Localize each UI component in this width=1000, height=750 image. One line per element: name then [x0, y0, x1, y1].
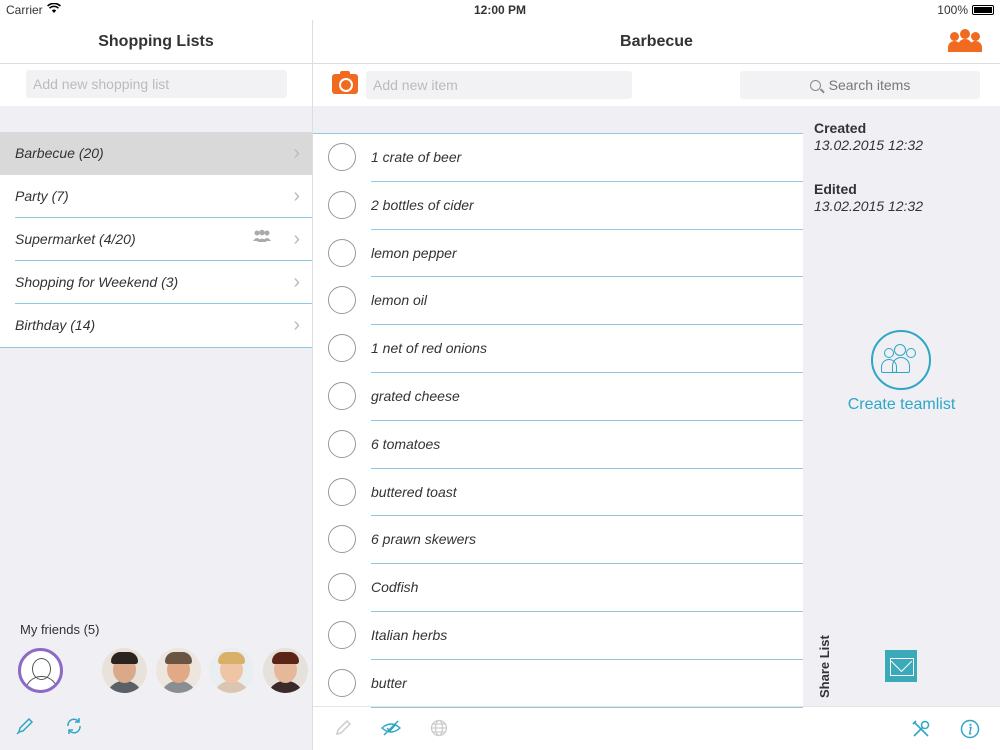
item-label[interactable]: 1 crate of beer — [371, 134, 803, 182]
list-item: 6 tomatoes — [313, 421, 803, 469]
team-members-icon[interactable] — [948, 28, 982, 52]
checkbox-circle[interactable] — [328, 573, 356, 602]
list-item-shopping-weekend[interactable]: Shopping for Weekend (3) › — [15, 261, 312, 304]
edit-pencil-icon[interactable] — [334, 719, 352, 742]
list-item-label: Barbecue (20) — [15, 145, 104, 161]
checkbox-circle[interactable] — [328, 190, 356, 219]
hide-checked-icon[interactable] — [380, 719, 402, 742]
main-toolbar — [313, 706, 1000, 750]
checkbox-circle[interactable] — [328, 668, 356, 697]
edited-label: Edited — [814, 181, 857, 197]
item-label[interactable]: butter — [371, 660, 803, 708]
checkbox-circle[interactable] — [328, 238, 356, 267]
search-placeholder: Search items — [828, 77, 911, 93]
battery-percent: 100% — [937, 3, 968, 17]
item-label[interactable]: Codfish — [371, 564, 803, 612]
chevron-right-icon: › — [293, 314, 300, 336]
list-item: 2 bottles of cider — [313, 182, 803, 230]
item-label[interactable]: 1 net of red onions — [371, 325, 803, 373]
checkbox-circle[interactable] — [328, 143, 356, 171]
checkbox-circle[interactable] — [328, 620, 356, 649]
item-label[interactable]: 6 tomatoes — [371, 421, 803, 469]
chevron-right-icon: › — [293, 185, 300, 207]
my-avatar-icon[interactable] — [18, 648, 63, 693]
checkbox-circle[interactable] — [328, 334, 356, 363]
checkbox-circle[interactable] — [328, 381, 356, 410]
mail-share-icon[interactable] — [885, 650, 917, 682]
item-label[interactable]: grated cheese — [371, 373, 803, 421]
list-item: buttered toast — [313, 469, 803, 517]
friend-avatar[interactable] — [102, 648, 147, 693]
friends-title: My friends (5) — [20, 622, 100, 637]
chevron-right-icon: › — [293, 271, 300, 293]
edit-pencil-icon[interactable] — [16, 717, 34, 740]
clock: 12:00 PM — [473, 3, 527, 17]
item-label[interactable]: Italian herbs — [371, 612, 803, 660]
list-item: 1 crate of beer — [313, 134, 803, 182]
created-value: 13.02.2015 12:32 — [814, 137, 923, 153]
list-item-label: Supermarket (4/20) — [15, 231, 136, 247]
battery-icon — [972, 5, 994, 15]
item-label[interactable]: 2 bottles of cider — [371, 182, 803, 230]
sidebar-title: Shopping Lists — [0, 20, 312, 64]
chevron-right-icon: › — [293, 142, 300, 164]
sidebar-toolbar — [0, 706, 312, 750]
checkbox-circle[interactable] — [328, 525, 356, 554]
shopping-lists: Barbecue (20) › Party (7) › Supermarket … — [0, 132, 312, 348]
list-item: butter — [313, 660, 803, 708]
shared-team-icon — [252, 218, 272, 261]
list-item: grated cheese — [313, 373, 803, 421]
edited-value: 13.02.2015 12:32 — [814, 198, 923, 214]
list-item-label: Shopping for Weekend (3) — [15, 274, 179, 290]
item-label[interactable]: lemon pepper — [371, 230, 803, 278]
item-label[interactable]: 6 prawn skewers — [371, 516, 803, 565]
friends-avatars — [18, 648, 308, 694]
status-bar: Carrier 12:00 PM 100% — [0, 0, 1000, 20]
tools-icon[interactable] — [911, 719, 931, 744]
list-item-label: Birthday (14) — [15, 317, 96, 333]
friend-avatar[interactable] — [209, 648, 254, 693]
camera-icon[interactable] — [332, 71, 358, 94]
list-item: lemon oil — [313, 277, 803, 326]
list-item-barbecue[interactable]: Barbecue (20) › — [0, 132, 312, 175]
add-list-bar: Add new shopping list — [0, 64, 312, 106]
chevron-right-icon: › — [293, 228, 300, 250]
item-label[interactable]: buttered toast — [371, 469, 803, 517]
globe-icon[interactable] — [430, 719, 448, 742]
checkbox-circle[interactable] — [328, 477, 356, 506]
list-item: Italian herbs — [313, 612, 803, 660]
list-item: 6 prawn skewers — [313, 516, 803, 565]
list-item-birthday[interactable]: Birthday (14) › — [15, 304, 312, 347]
item-list: 1 crate of beer 2 bottles of cider lemon… — [313, 134, 803, 708]
checkbox-circle[interactable] — [328, 286, 356, 315]
list-item-party[interactable]: Party (7) › — [15, 175, 312, 218]
search-input[interactable]: Search items — [740, 71, 980, 99]
share-list-label: Share List — [817, 635, 832, 698]
item-label[interactable]: lemon oil — [371, 277, 803, 326]
list-item: 1 net of red onions — [313, 325, 803, 373]
list-item-supermarket[interactable]: Supermarket (4/20) › — [15, 218, 312, 261]
checkbox-circle[interactable] — [328, 429, 356, 458]
list-item-label: Party (7) — [15, 188, 69, 204]
created-label: Created — [814, 120, 867, 136]
add-item-input[interactable]: Add new item — [366, 71, 632, 99]
details-panel: Created 13.02.2015 12:32 Edited 13.02.20… — [803, 106, 1000, 706]
info-icon[interactable] — [960, 719, 980, 744]
list-item: Codfish — [313, 564, 803, 612]
list-item: lemon pepper — [313, 230, 803, 278]
page-title: Barbecue — [313, 20, 1000, 64]
add-list-input[interactable]: Add new shopping list — [26, 70, 287, 98]
friend-avatar[interactable] — [156, 648, 201, 693]
create-teamlist-icon[interactable] — [871, 330, 931, 390]
friend-avatar[interactable] — [263, 648, 308, 693]
sync-icon[interactable] — [65, 717, 83, 740]
create-teamlist-button[interactable]: Create teamlist — [803, 396, 1000, 414]
sidebar: Shopping Lists Add new shopping list Bar… — [0, 20, 313, 750]
items-header-band — [313, 106, 803, 134]
search-icon — [809, 80, 821, 91]
main-pane: Barbecue Add new item Search items 1 cra… — [313, 20, 1000, 750]
